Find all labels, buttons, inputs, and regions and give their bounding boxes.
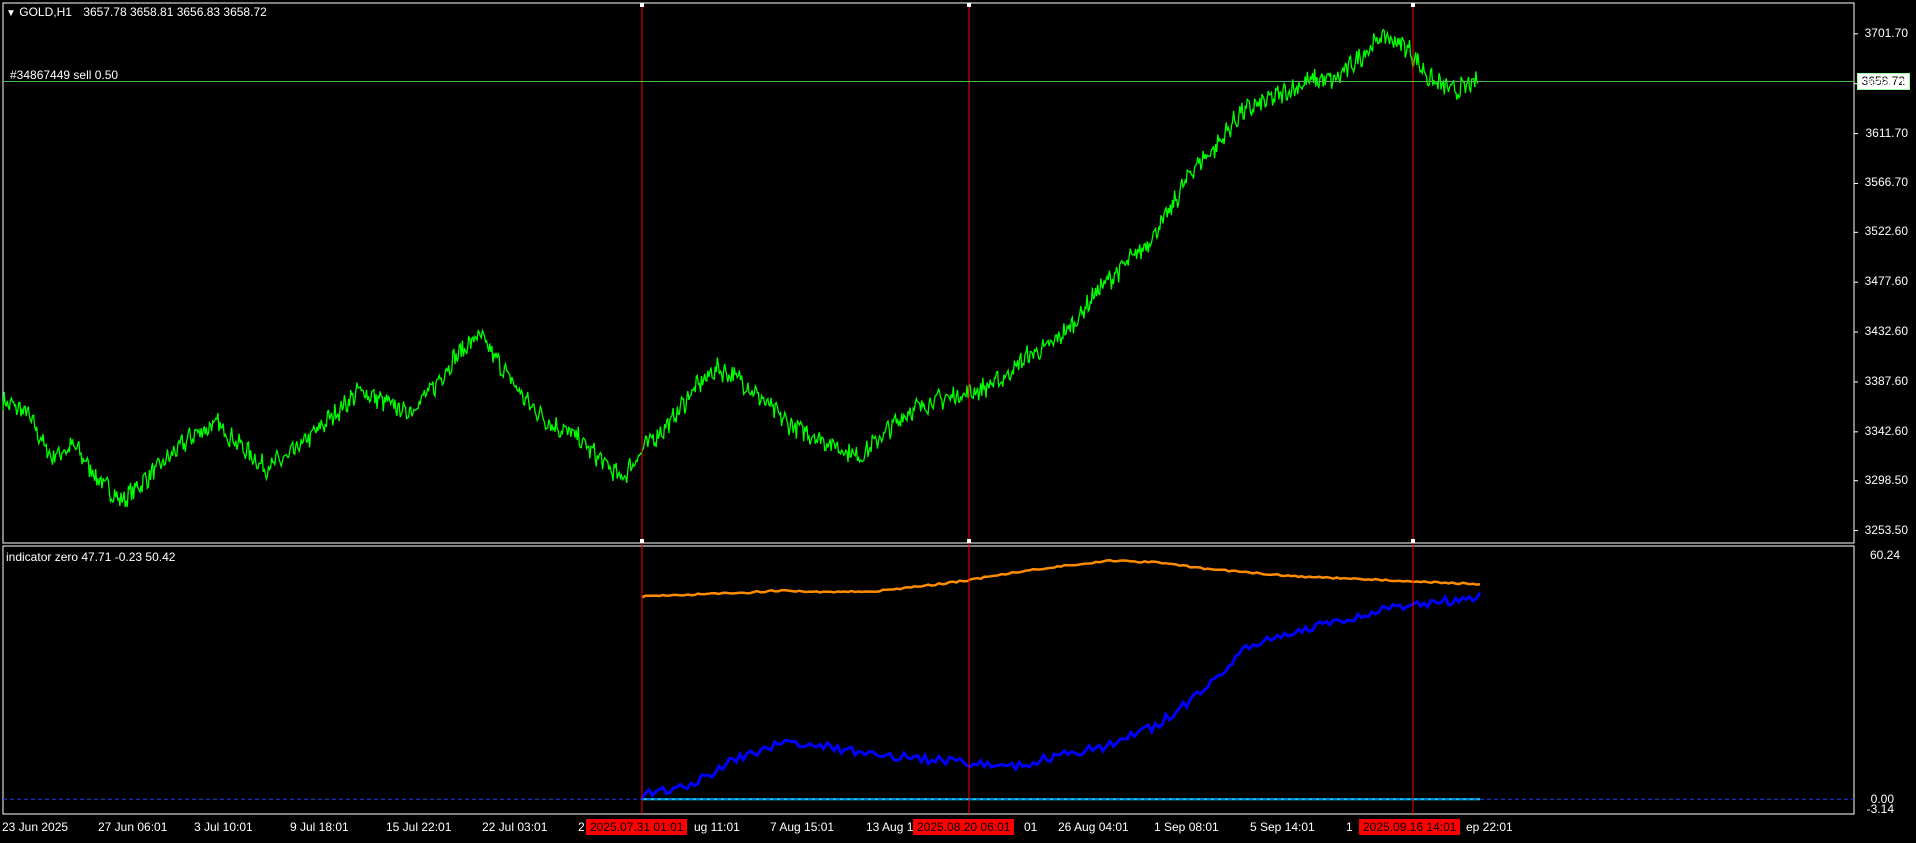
indicator-series-blue <box>640 591 1482 801</box>
symbol-header: ▼ GOLD,H1 3657.78 3658.81 3656.83 3658.7… <box>6 5 267 19</box>
price-tick: 3701.70 <box>1864 25 1908 40</box>
vertical-line-handle[interactable] <box>640 539 644 543</box>
collapse-arrow-icon[interactable]: ▼ <box>6 8 16 19</box>
time-tick: 2 <box>578 820 585 834</box>
time-tick: 27 Jun 06:01 <box>98 820 168 834</box>
price-tick: 3477.60 <box>1864 274 1908 289</box>
time-tick: 22 Jul 03:01 <box>482 820 548 834</box>
vertical-line-handle[interactable] <box>967 539 971 543</box>
time-tick: 1 Sep 08:01 <box>1154 820 1219 834</box>
time-tick: 15 Jul 22:01 <box>386 820 452 834</box>
time-tick: ug 11:01 <box>694 820 740 834</box>
trading-chart[interactable]: ▼ GOLD,H1 3657.78 3658.81 3656.83 3658.7… <box>0 0 1916 840</box>
symbol-name: GOLD,H1 <box>19 5 72 19</box>
indicator-series-orange <box>641 558 1481 599</box>
time-tick: 9 Jul 18:01 <box>290 820 349 834</box>
vertical-line-handle[interactable] <box>967 3 971 7</box>
price-tick: 3298.50 <box>1864 472 1908 487</box>
vertical-line-handle[interactable] <box>1411 539 1415 543</box>
indicator-label: indicator zero 47.71 -0.23 50.42 <box>6 550 176 564</box>
price-line <box>2 28 1479 508</box>
price-tick: 3611.70 <box>1865 125 1909 140</box>
price-tick: 3387.60 <box>1864 373 1908 388</box>
indicator-axis-below: -3.14 <box>1866 802 1894 816</box>
chart-canvas[interactable] <box>0 0 1916 840</box>
vertical-line-date-tag[interactable]: 2025.09.16 14:01 <box>1359 819 1461 835</box>
price-series <box>2 28 1479 508</box>
price-tick: 3566.70 <box>1864 175 1908 190</box>
time-tick: ep 22:01 <box>1466 820 1513 834</box>
time-tick: 26 Aug 04:01 <box>1058 820 1129 834</box>
price-tick: 3522.60 <box>1864 224 1908 239</box>
time-tick: 23 Jun 2025 <box>2 820 69 834</box>
vertical-line-date-tag[interactable]: 2025.08.20 06:01 <box>913 819 1015 835</box>
price-tick: 3342.60 <box>1864 423 1908 438</box>
vertical-line-handle[interactable] <box>640 3 644 7</box>
price-tick: 3432.60 <box>1864 324 1908 339</box>
time-tick: 7 Aug 15:01 <box>770 820 835 834</box>
time-tick: 3 Jul 10:01 <box>194 820 253 834</box>
order-line-label: #34867449 sell 0.50 <box>10 68 119 82</box>
time-tick: 1 <box>1346 820 1353 834</box>
indicator-pane-border <box>2 545 1855 815</box>
ohlc-values: 3657.78 3658.81 3656.83 3658.72 <box>83 5 267 19</box>
price-tick: 3253.50 <box>1864 522 1908 537</box>
time-tick: 01 <box>1024 820 1038 834</box>
time-tick: 5 Sep 14:01 <box>1250 820 1315 834</box>
price-tick: 3656.70 <box>1864 75 1908 90</box>
time-tick: 13 Aug 1 <box>866 820 914 834</box>
vertical-line-handle[interactable] <box>1411 3 1415 7</box>
vertical-line-date-tag[interactable]: 2025.07.31 01:01 <box>586 819 688 835</box>
indicator-axis-top: 60.24 <box>1869 548 1900 562</box>
